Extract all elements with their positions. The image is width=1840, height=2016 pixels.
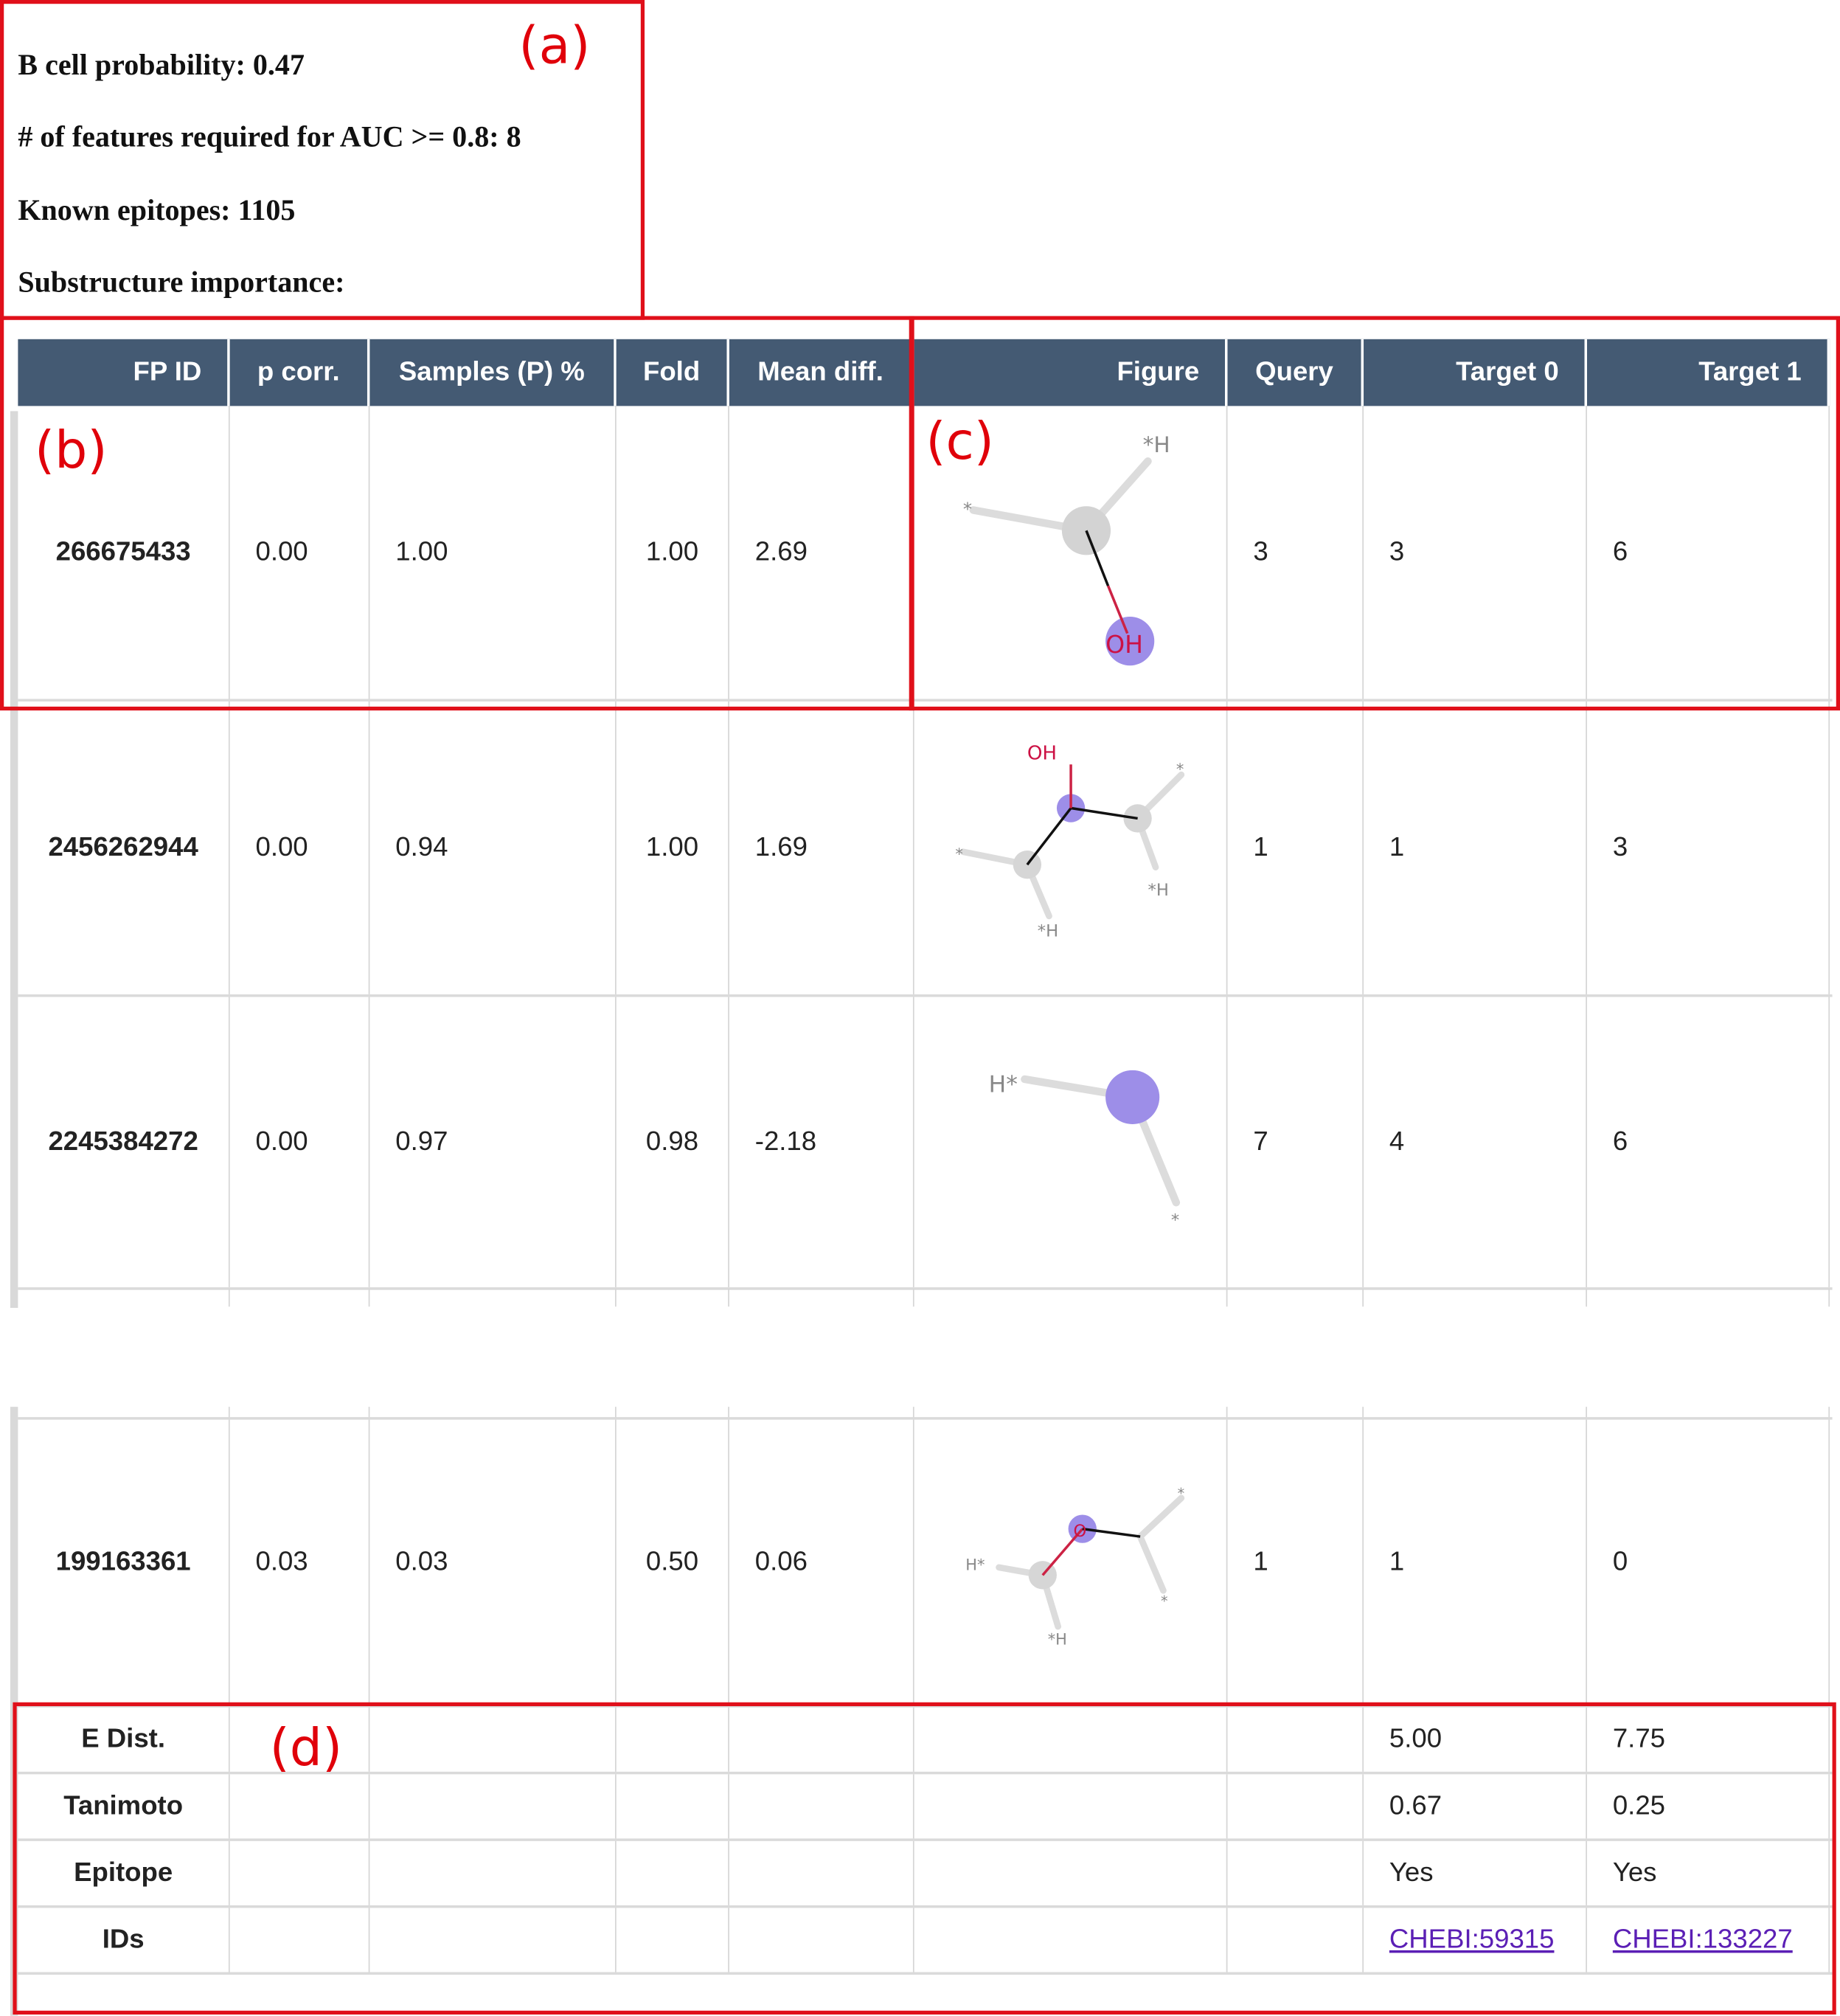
cell-mean-diff: -2.18 bbox=[729, 997, 914, 1288]
cell-figure: O H* *H * * bbox=[914, 1419, 1228, 1705]
atom-label: *H bbox=[1148, 881, 1169, 900]
atom-label: O bbox=[1074, 1522, 1087, 1541]
molecule-figure: H* * bbox=[989, 1070, 1181, 1230]
table-row: 199163361 0.03 0.03 0.50 0.06 O H* *H * … bbox=[18, 1419, 1833, 1708]
cell-query: 7 bbox=[1227, 997, 1364, 1288]
atom-label: * bbox=[1171, 1211, 1179, 1230]
column-divider bbox=[912, 1288, 914, 1307]
column-divider bbox=[368, 1288, 370, 1307]
column-divider bbox=[1828, 1288, 1830, 1307]
cell-p-corr: 0.03 bbox=[230, 1419, 370, 1705]
cell-query: 1 bbox=[1227, 1419, 1364, 1705]
molecule-figure: OH * * *H *H bbox=[955, 742, 1185, 941]
atom-label: *H bbox=[1048, 1630, 1067, 1648]
cell-target-0: 1 bbox=[1364, 701, 1587, 995]
panel-b-box bbox=[0, 316, 914, 711]
atom-label: * bbox=[1161, 1593, 1168, 1610]
row-divider bbox=[18, 1287, 1833, 1290]
atom-label: OH bbox=[1027, 742, 1057, 764]
cell-samples: 0.03 bbox=[369, 1419, 617, 1705]
cell-target-1: 6 bbox=[1587, 997, 1830, 1288]
cell-fold: 0.98 bbox=[617, 997, 729, 1288]
cell-target-0: 4 bbox=[1364, 997, 1587, 1288]
atom-label: * bbox=[955, 845, 962, 863]
cell-target-0: 1 bbox=[1364, 1419, 1587, 1705]
atom-label: * bbox=[1178, 1485, 1185, 1502]
cell-samples: 0.94 bbox=[369, 701, 617, 995]
panel-c-box bbox=[909, 316, 1840, 711]
cell-mean-diff: 0.06 bbox=[729, 1419, 914, 1705]
cell-fold: 1.00 bbox=[617, 701, 729, 995]
cell-figure: H* * bbox=[914, 997, 1228, 1288]
atom-label: *H bbox=[1038, 922, 1058, 941]
cell-target-1: 3 bbox=[1587, 701, 1830, 995]
atom-label: H* bbox=[965, 1556, 985, 1573]
cell-fp-id: 2245384272 bbox=[18, 997, 230, 1288]
atom-label: * bbox=[1176, 761, 1184, 778]
figure-stage: B cell probability: 0.47 # of features r… bbox=[0, 0, 1840, 2016]
cell-fp-id: 199163361 bbox=[18, 1419, 230, 1705]
cell-samples: 0.97 bbox=[369, 997, 617, 1288]
molecule-figure: O H* *H * * bbox=[965, 1485, 1185, 1649]
cell-figure: OH * * *H *H bbox=[914, 701, 1228, 995]
table-row: 2245384272 0.00 0.97 0.98 -2.18 H* * 7 4… bbox=[18, 997, 1833, 1308]
column-divider bbox=[1226, 1288, 1228, 1307]
cell-mean-diff: 1.69 bbox=[729, 701, 914, 995]
cell-p-corr: 0.00 bbox=[230, 997, 370, 1288]
column-divider bbox=[1586, 1288, 1587, 1307]
cell-fp-id: 2456262944 bbox=[18, 701, 230, 995]
cell-query: 1 bbox=[1227, 701, 1364, 995]
panel-label-a: (a) bbox=[518, 16, 591, 76]
column-divider bbox=[228, 1288, 230, 1307]
cell-fold: 0.50 bbox=[617, 1419, 729, 1705]
column-divider bbox=[1362, 1288, 1364, 1307]
atom-label: H* bbox=[989, 1071, 1018, 1098]
cell-p-corr: 0.00 bbox=[230, 701, 370, 995]
panel-label-b: (b) bbox=[35, 421, 108, 481]
panel-label-d: (d) bbox=[269, 1719, 343, 1778]
panel-label-c: (c) bbox=[926, 412, 994, 472]
column-divider bbox=[614, 1288, 617, 1307]
table-row: 2456262944 0.00 0.94 1.00 1.69 OH * * *H… bbox=[18, 701, 1833, 997]
column-divider bbox=[728, 1288, 729, 1307]
cell-target-1: 0 bbox=[1587, 1419, 1830, 1705]
